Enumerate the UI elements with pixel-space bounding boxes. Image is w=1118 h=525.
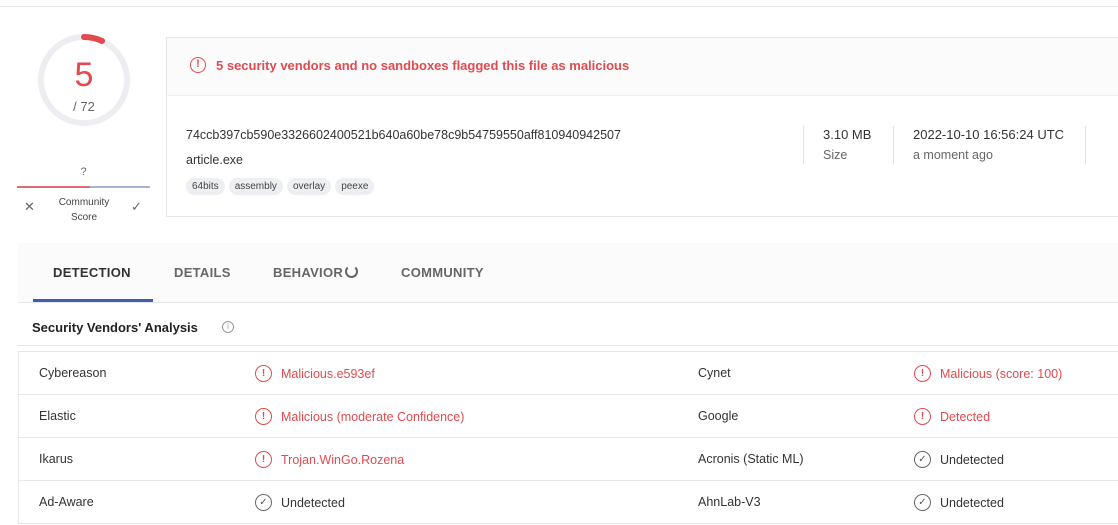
check-circle-icon: ✓ [914,494,931,511]
section-title: Security Vendors' Analysis [32,320,198,335]
file-tag[interactable]: assembly [228,178,283,195]
file-summary-card: ! 5 security vendors and no sandboxes fl… [166,37,1118,217]
detection-banner: ! 5 security vendors and no sandboxes fl… [167,38,1118,96]
vendor-name: AhnLab-V3 [698,495,761,509]
divider [803,126,804,164]
check-circle-icon: ✓ [914,451,931,468]
vendor-result-text: Undetected [940,452,1004,467]
vendor-result-text: Detected [940,409,991,424]
tab-behavior-label: BEHAVIOR [273,265,344,280]
table-row: Elastic! Malicious (moderate Confidence) G… [19,395,1118,438]
vendor-result: ✓ Undetected [914,494,1004,511]
detection-count: 5 [74,56,94,94]
alert-circle-icon: ! [255,365,272,382]
vendor-name: Acronis (Static ML) [698,452,804,466]
alert-circle-icon: ! [190,57,206,73]
tab-community[interactable]: COMMUNITY [401,265,484,280]
active-tab-indicator [33,299,153,302]
vendor-name: Ikarus [39,452,74,466]
vendor-result-text: Malicious.e593ef [281,366,375,381]
community-score-bar [17,186,150,188]
tab-details[interactable]: DETAILS [174,265,231,280]
vendor-result-text: Undetected [940,495,1004,510]
community-score-label: Community Score [58,197,110,223]
vendor-result: ! Malicious.e593ef [255,365,375,382]
check-icon[interactable]: ✓ [131,199,142,215]
info-icon[interactable]: i [222,321,234,333]
top-navbar [0,0,1118,7]
file-hash[interactable]: 74ccb397cb590e3326602400521b640a60be78c9… [186,128,621,142]
file-size-label: Size [823,148,848,162]
file-tag[interactable]: overlay [286,178,332,195]
vendor-result-text: Trojan.WinGo.Rozena [281,452,405,467]
vendor-result-text: Undetected [281,495,345,510]
vendor-name: Ad-Aware [39,495,94,509]
check-circle-icon: ✓ [255,494,272,511]
detection-banner-text: 5 security vendors and no sandboxes flag… [216,58,630,73]
file-size-value: 3.10 MB [823,127,872,142]
section-divider [18,345,1118,346]
loading-spinner-icon [345,265,359,278]
alert-circle-icon: ! [255,451,272,468]
vendor-result: ! Malicious (score: 100) [914,365,1062,382]
vendor-result: ✓ Undetected [255,494,345,511]
table-row: Ikarus! Trojan.WinGo.Rozena Acronis (Stati… [19,438,1118,481]
vendor-table: Cybereason! Malicious.e593ef Cynet! Malicio… [18,351,1118,524]
file-tags: 64bits assembly overlay peexe [186,178,375,195]
alert-circle-icon: ! [914,408,931,425]
tab-detection[interactable]: DETECTION [53,265,131,280]
table-row: Cybereason! Malicious.e593ef Cynet! Malicio… [19,352,1118,395]
vendor-name: Cybereason [39,366,107,380]
tab-bar-divider [18,302,1118,303]
community-score-value: ? [80,166,87,178]
file-tag[interactable]: 64bits [186,178,225,195]
vendor-name: Google [698,409,739,423]
vendor-name: Cynet [698,366,731,380]
close-icon[interactable]: ✕ [24,199,35,215]
tab-behavior[interactable]: BEHAVIOR [273,265,359,280]
file-name: article.exe [186,153,243,167]
vendor-result: ! Malicious (moderate Confidence) [255,408,464,425]
detection-total: / 72 [73,99,95,114]
file-tag[interactable]: peexe [335,178,375,195]
vendor-result: ! Trojan.WinGo.Rozena [255,451,404,468]
vendor-result: ! Detected [914,408,990,425]
divider [1085,126,1086,164]
alert-circle-icon: ! [255,408,272,425]
analysis-date-value: 2022-10-10 16:56:24 UTC [913,127,1065,142]
vendor-name: Elastic [39,409,76,423]
analysis-date-relative: a moment ago [913,148,993,162]
alert-circle-icon: ! [914,365,931,382]
vendor-result-text: Malicious (score: 100) [940,366,1063,381]
vendor-result: ✓ Undetected [914,451,1004,468]
table-row: Ad-Aware ✓ Undetected AhnLab-V3 ✓ Undetected [19,481,1118,524]
divider [893,126,894,164]
vendor-result-text: Malicious (moderate Confidence) [281,409,465,424]
